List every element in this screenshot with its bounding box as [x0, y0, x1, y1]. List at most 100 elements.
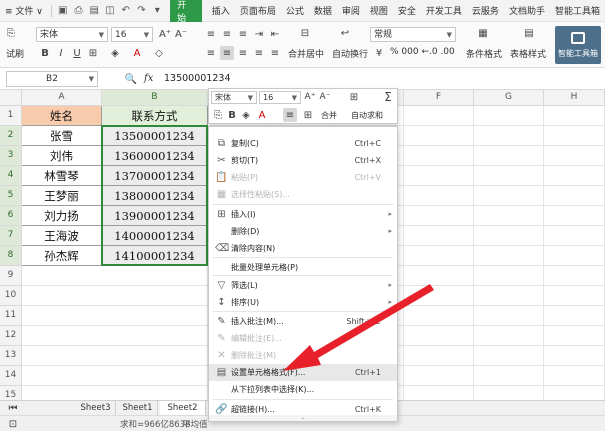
scroll-down-icon[interactable]: ⌄	[209, 415, 397, 421]
name-box[interactable]: B2 ▼	[6, 71, 98, 87]
header-cell-contact[interactable]: 联系方式	[102, 106, 208, 126]
tab-page-layout[interactable]: 页面布局	[235, 4, 281, 17]
mini-size-select[interactable]: 16 ▼	[259, 91, 301, 104]
row-header[interactable]: 12	[0, 326, 22, 346]
sheet-tab[interactable]: Sheet1	[118, 401, 158, 415]
context-menu-item[interactable]: ↕ 排序(U) ▸	[209, 294, 397, 311]
sheet-tab-active[interactable]: Sheet2	[160, 401, 206, 415]
align-right-icon[interactable]: ≡	[236, 46, 250, 60]
table-cell-name[interactable]: 张雪	[22, 126, 102, 146]
table-cell-name[interactable]: 刘力扬	[22, 206, 102, 226]
table-cell-name[interactable]: 王梦丽	[22, 186, 102, 206]
underline-icon[interactable]: U	[70, 46, 84, 60]
redo-icon[interactable]: ↷	[135, 4, 149, 18]
macro-icon[interactable]: ⊡	[6, 417, 20, 431]
distributed-icon[interactable]: ≡	[268, 46, 282, 60]
table-style-button[interactable]: 表格样式	[510, 47, 546, 60]
row-header[interactable]: 1	[0, 106, 22, 126]
context-menu-item[interactable]: 批量处理单元格(P)	[209, 259, 397, 276]
fill-color-icon[interactable]: ◈	[239, 108, 253, 122]
grow-font-icon[interactable]: A⁺	[303, 90, 317, 104]
context-menu-item[interactable]: 删除(D) ▸	[209, 223, 397, 240]
conditional-format-button[interactable]: 条件格式	[466, 47, 502, 60]
context-menu-item[interactable]: ▦ 选择性粘贴(S)...	[209, 186, 397, 203]
format-painter-label[interactable]: 试刷	[6, 47, 24, 60]
select-all-corner[interactable]	[0, 90, 22, 106]
row-header[interactable]: 3	[0, 146, 22, 166]
mini-font-select[interactable]: 宋体 ▼	[211, 91, 257, 104]
tab-formula[interactable]: 公式	[281, 4, 309, 17]
autosum-button[interactable]: 自动求和	[351, 110, 383, 121]
wrap-text-icon[interactable]: ↩	[338, 26, 352, 40]
column-header-a[interactable]: A	[22, 90, 102, 106]
zoom-icon[interactable]: 🔍	[124, 72, 138, 86]
sheet-tab[interactable]: Sheet3	[76, 401, 116, 415]
context-menu-item[interactable]: ✎ 插入批注(M)... Shift+F2	[209, 313, 397, 330]
row-header[interactable]: 7	[0, 226, 22, 246]
print-icon[interactable]: ▤	[87, 4, 101, 18]
clear-format-icon[interactable]: ◇	[152, 46, 166, 60]
font-name-select[interactable]: 宋体 ▼	[36, 27, 108, 42]
align-center-icon[interactable]: ≡	[283, 108, 297, 122]
column-header-h[interactable]: H	[544, 90, 605, 106]
tab-review[interactable]: 审阅	[337, 4, 365, 17]
column-header-b[interactable]: B	[102, 90, 208, 106]
format-painter-icon[interactable]: ⎘	[4, 26, 18, 40]
conditional-format-icon[interactable]: ▦	[476, 26, 490, 40]
context-menu-item[interactable]: ▽ 筛选(L) ▸	[209, 277, 397, 294]
border-icon[interactable]: ⊞	[86, 46, 100, 60]
context-menu-item[interactable]: ✎ 编辑批注(E)...	[209, 330, 397, 347]
table-style-icon[interactable]: ▤	[522, 26, 536, 40]
tab-security[interactable]: 安全	[393, 4, 421, 17]
tab-developer[interactable]: 开发工具	[421, 4, 467, 17]
tab-insert[interactable]: 插入	[207, 4, 235, 17]
undo-icon[interactable]: ↶	[119, 4, 133, 18]
align-center-icon[interactable]: ≡	[220, 46, 234, 60]
context-menu-item[interactable]: 从下拉列表中选择(K)...	[209, 381, 397, 398]
row-header[interactable]: 11	[0, 306, 22, 326]
table-cell-name[interactable]: 刘伟	[22, 146, 102, 166]
bold-icon[interactable]: B	[38, 46, 52, 60]
border-icon[interactable]: ⊞	[301, 108, 315, 122]
context-menu-item[interactable]: 📋 粘贴(P) Ctrl+V	[209, 169, 397, 186]
more-icon[interactable]: ▾	[150, 4, 164, 18]
tab-data[interactable]: 数据	[309, 4, 337, 17]
fx-icon[interactable]: fx	[144, 73, 153, 84]
row-header[interactable]: 5	[0, 186, 22, 206]
wrap-text-button[interactable]: 自动换行	[332, 47, 368, 60]
row-header[interactable]: 10	[0, 286, 22, 306]
justify-icon[interactable]: ≡	[252, 46, 266, 60]
merge-button[interactable]: 合并	[321, 110, 337, 121]
italic-icon[interactable]: I	[54, 46, 68, 60]
font-color-icon[interactable]: A	[255, 108, 269, 122]
tab-smart-toolbox[interactable]: 智能工具箱	[550, 4, 605, 17]
table-cell-name[interactable]: 王海波	[22, 226, 102, 246]
first-sheet-icon[interactable]: ⏮	[6, 401, 20, 415]
context-menu-item[interactable]: ⊞ 插入(I) ▸	[209, 206, 397, 223]
align-middle-icon[interactable]: ≡	[220, 27, 234, 41]
format-painter-icon[interactable]: ⎘	[211, 108, 225, 122]
bold-icon[interactable]: B	[225, 108, 239, 122]
context-menu-item[interactable]: ⌫ 清除内容(N)	[209, 240, 397, 257]
fill-color-icon[interactable]: ◈	[108, 46, 122, 60]
context-menu-item[interactable]: ⧉ 复制(C) Ctrl+C	[209, 135, 397, 152]
table-icon[interactable]: ⊞	[347, 90, 361, 104]
shrink-font-icon[interactable]: A⁻	[174, 27, 188, 41]
outdent-icon[interactable]: ⇤	[268, 27, 282, 41]
align-bottom-icon[interactable]: ≡	[236, 27, 250, 41]
currency-icon[interactable]: ¥	[372, 46, 386, 60]
font-color-icon[interactable]: A	[130, 46, 144, 60]
tab-doc-assistant[interactable]: 文档助手	[504, 4, 550, 17]
context-menu-item[interactable]: ✂ 剪切(T) Ctrl+X	[209, 152, 397, 169]
save-icon[interactable]: ▣	[56, 4, 70, 18]
row-header[interactable]: 9	[0, 266, 22, 286]
shrink-font-icon[interactable]: A⁻	[318, 90, 332, 104]
row-header[interactable]: 13	[0, 346, 22, 366]
row-header[interactable]: 14	[0, 366, 22, 386]
table-cell-name[interactable]: 孙杰辉	[22, 246, 102, 266]
smart-toolbox-button[interactable]: 智能工具箱	[555, 26, 601, 64]
align-top-icon[interactable]: ≡	[204, 27, 218, 41]
font-size-select[interactable]: 16 ▼	[111, 27, 153, 42]
print-preview-icon[interactable]: ⎙	[72, 4, 86, 18]
indent-icon[interactable]: ⇥	[252, 27, 266, 41]
